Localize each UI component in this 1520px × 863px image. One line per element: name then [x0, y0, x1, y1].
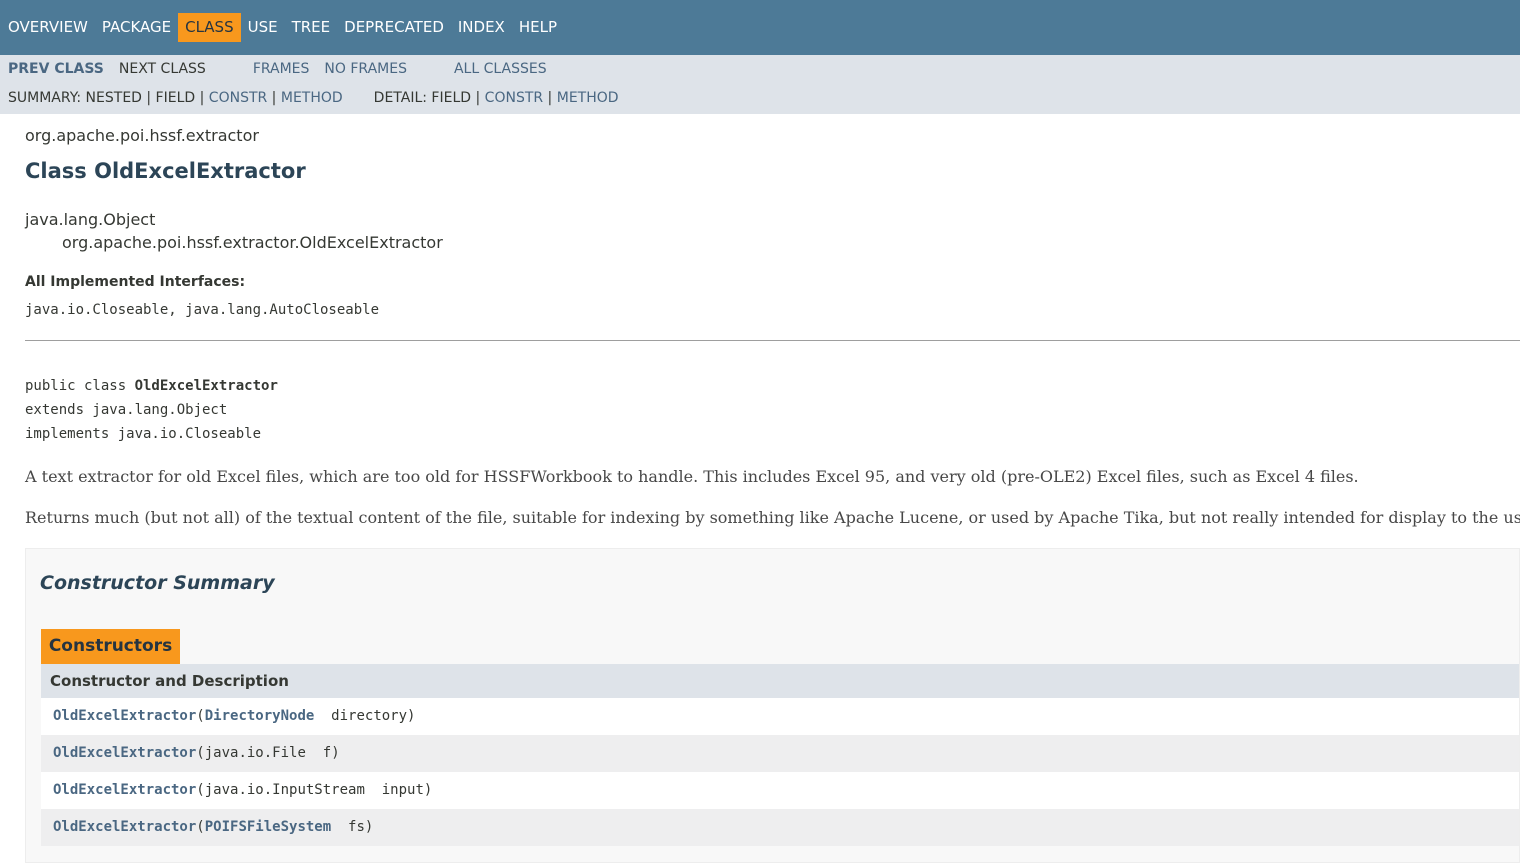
summary-sep: |	[267, 90, 281, 106]
param-type-link[interactable]: POIFSFileSystem	[205, 819, 331, 835]
inheritance-child: org.apache.poi.hssf.extractor.OldExcelEx…	[62, 233, 443, 252]
param-type-link[interactable]: DirectoryNode	[205, 708, 315, 724]
param-name: input	[365, 782, 424, 798]
nav-package[interactable]: PACKAGE	[95, 13, 178, 42]
nav-use[interactable]: USE	[241, 13, 285, 42]
param-name: f	[306, 745, 331, 761]
table-header: Constructor and Description	[41, 664, 1519, 698]
nav-overview[interactable]: OVERVIEW	[1, 13, 95, 42]
param-name-text: directory	[331, 708, 408, 724]
table-row: OldExcelExtractor(DirectoryNode director…	[41, 698, 1519, 735]
table-row: OldExcelExtractor(java.io.File f)	[41, 735, 1519, 772]
paren-open: (	[196, 708, 205, 724]
param-type: java.io.InputStream	[204, 782, 365, 798]
constructor-link[interactable]: OldExcelExtractor	[53, 782, 196, 798]
constructor-summary: Constructor Summary Constructors Constru…	[25, 548, 1520, 863]
description-paragraph-2: Returns much (but not all) of the textua…	[25, 508, 1520, 527]
detail-constr-link[interactable]: CONSTR	[485, 90, 543, 106]
constructor-link[interactable]: OldExcelExtractor	[53, 708, 196, 724]
nav-help[interactable]: HELP	[512, 13, 564, 42]
constructor-summary-title: Constructor Summary	[40, 572, 275, 594]
paren-close: )	[407, 708, 416, 724]
param-name-text: fs	[348, 819, 365, 835]
detail-sep: |	[543, 90, 557, 106]
param-name-text: f	[322, 745, 332, 761]
subnav-row-summary: SUMMARY: NESTED | FIELD | CONSTR | METHO…	[8, 90, 619, 106]
interfaces-label: All Implemented Interfaces:	[25, 274, 246, 290]
frames-link[interactable]: FRAMES	[253, 61, 310, 77]
detail-method-link[interactable]: METHOD	[557, 90, 619, 106]
divider	[25, 340, 1520, 341]
page-title: Class OldExcelExtractor	[25, 159, 306, 183]
param-name: fs	[331, 819, 365, 835]
interfaces-list: java.io.Closeable, java.lang.AutoCloseab…	[25, 302, 380, 318]
inheritance-parent: java.lang.Object	[25, 210, 156, 229]
prev-class-link[interactable]: PREV CLASS	[8, 61, 104, 77]
top-navbar: OVERVIEW PACKAGE CLASS USE TREE DEPRECAT…	[0, 0, 1520, 55]
summary-constr-link[interactable]: CONSTR	[209, 90, 267, 106]
signature-modifiers: public class	[25, 378, 135, 394]
detail-prefix: DETAIL: FIELD |	[373, 90, 485, 106]
table-row: OldExcelExtractor(java.io.InputStream in…	[41, 772, 1519, 809]
nav-deprecated[interactable]: DEPRECATED	[337, 13, 451, 42]
summary-method-link[interactable]: METHOD	[281, 90, 343, 106]
paren-close: )	[364, 819, 374, 835]
nav-index[interactable]: INDEX	[451, 13, 512, 42]
signature-line-1: public class OldExcelExtractor	[25, 378, 278, 394]
constructor-link[interactable]: OldExcelExtractor	[53, 745, 196, 761]
signature-line-3: implements java.io.Closeable	[25, 426, 262, 442]
description-paragraph-1: A text extractor for old Excel files, wh…	[25, 467, 1359, 486]
constructors-tab: Constructors	[41, 629, 180, 664]
paren-close: )	[331, 745, 340, 761]
subnav-row-links: PREV CLASS NEXT CLASS FRAMES NO FRAMES A…	[8, 61, 547, 77]
constructor-link[interactable]: OldExcelExtractor	[53, 819, 196, 835]
all-classes-link[interactable]: ALL CLASSES	[454, 61, 547, 77]
nav-class-active: CLASS	[178, 13, 241, 42]
sub-navbar: PREV CLASS NEXT CLASS FRAMES NO FRAMES A…	[0, 55, 1520, 114]
param-name-text: input	[381, 782, 424, 798]
param-name: directory	[314, 708, 407, 724]
param-type: java.io.File	[204, 745, 306, 761]
package-name: org.apache.poi.hssf.extractor	[25, 126, 259, 145]
signature-line-2: extends java.lang.Object	[25, 402, 228, 418]
summary-prefix: SUMMARY: NESTED | FIELD |	[8, 90, 209, 106]
paren-open: (	[196, 745, 205, 761]
next-class-text: NEXT CLASS	[118, 61, 206, 77]
paren-open: (	[196, 819, 205, 835]
table-row: OldExcelExtractor(POIFSFileSystem fs)	[41, 809, 1519, 846]
paren-open: (	[196, 782, 205, 798]
no-frames-link[interactable]: NO FRAMES	[324, 61, 407, 77]
signature-class-name: OldExcelExtractor	[134, 378, 278, 394]
paren-close: )	[423, 782, 433, 798]
nav-tree[interactable]: TREE	[285, 13, 338, 42]
